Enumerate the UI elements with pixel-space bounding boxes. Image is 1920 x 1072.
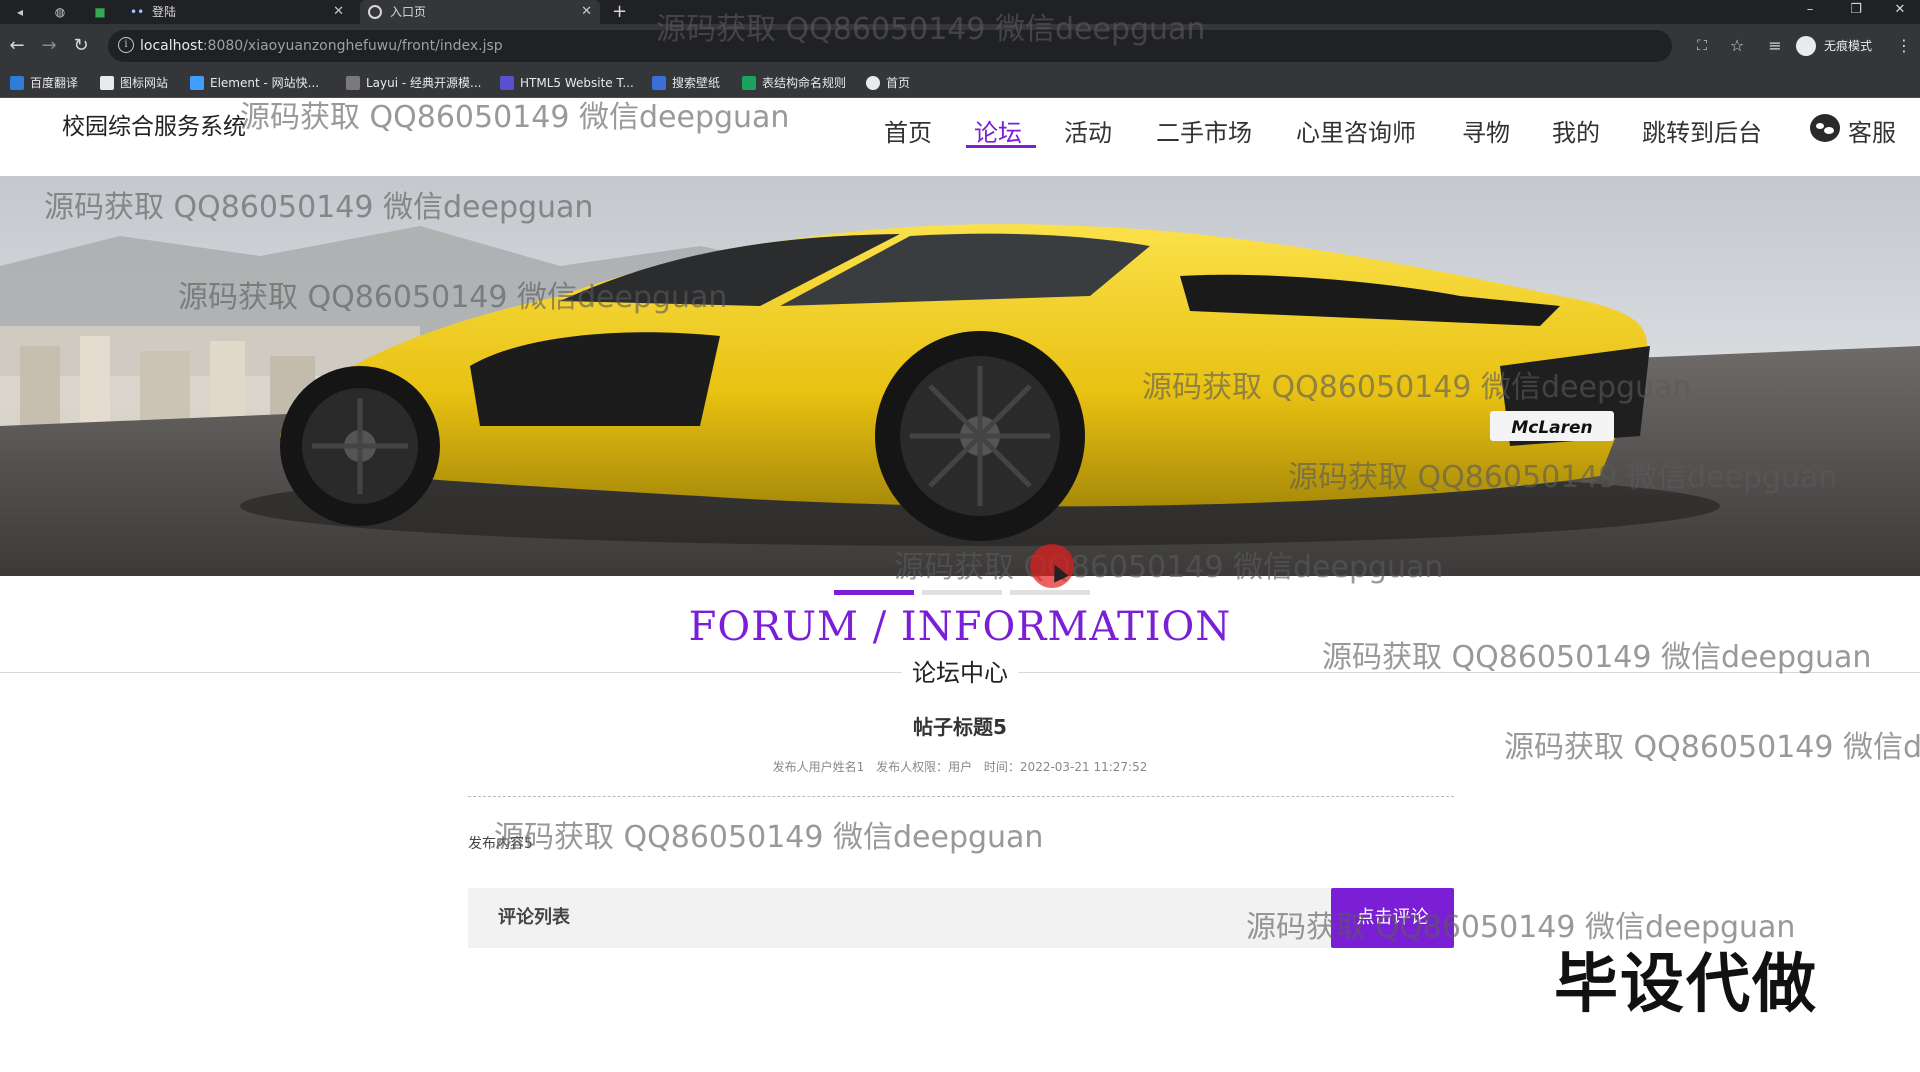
bookmark-label: 搜索壁纸 (672, 76, 721, 90)
baidu-fanyi-icon (10, 76, 24, 90)
carousel-dot[interactable] (1010, 590, 1090, 595)
watermark-text: 源码获取 QQ86050149 微信deepguan (1322, 640, 1872, 675)
flag-icon (100, 76, 114, 90)
close-window-icon[interactable]: ✕ (1880, 0, 1920, 20)
bookmark-label: Element - 网站快... (210, 76, 320, 90)
reading-list-icon[interactable]: ≡ (1764, 35, 1786, 57)
section-title-cn: 论坛中心 (902, 653, 1018, 688)
bookmark-star-icon[interactable]: ☆ (1726, 35, 1748, 57)
url-path: :8080/xiaoyuanzonghefuwu/front/index.jsp (202, 38, 503, 54)
reload-icon[interactable]: ↻ (70, 35, 92, 57)
nav-active-indicator (966, 145, 1036, 148)
watermark-text: 源码获取 QQ86050149 微信deepguan (178, 280, 728, 315)
bookmark-item[interactable]: 百度翻译 (10, 68, 78, 98)
sheet-icon (742, 76, 756, 90)
nav-mine[interactable]: 我的 (1552, 113, 1600, 148)
url-text[interactable]: localhost:8080/xiaoyuanzonghefuwu/front/… (140, 30, 503, 62)
translate-icon[interactable]: ⛶ (1692, 36, 1712, 56)
nav-forum[interactable]: 论坛 (974, 113, 1022, 148)
car-plate: McLaren (1511, 418, 1592, 438)
nav-counselor[interactable]: 心里咨询师 (1296, 113, 1416, 148)
url-host: localhost (140, 38, 203, 54)
new-tab-icon[interactable]: + (612, 0, 627, 24)
html5-icon (500, 76, 514, 90)
tab-favicon-icon (368, 5, 382, 19)
site-title: 校园综合服务系统 (62, 114, 246, 140)
tab-title: 入口页 (390, 5, 427, 19)
bookmark-label: HTML5 Website T... (520, 76, 634, 90)
bookmark-label: 图标网站 (120, 76, 169, 90)
watermark-text: 源码获取 QQ86050149 微信deepguan (656, 12, 1206, 47)
incognito-profile[interactable]: 无痕模式 (1796, 34, 1872, 58)
comment-list-label: 评论列表 (498, 907, 570, 928)
bookmark-item[interactable]: 图标网站 (100, 68, 168, 98)
close-tab-icon[interactable]: ✕ (333, 0, 344, 24)
tab-title: 登陆 (152, 5, 177, 19)
close-tab-icon[interactable]: ✕ (581, 0, 592, 24)
bookmark-label: Layui - 经典开源模... (366, 76, 482, 90)
post-divider (468, 796, 1454, 797)
nav-customer-service[interactable]: 客服 (1848, 113, 1896, 148)
nav-second-hand[interactable]: 二手市场 (1156, 113, 1252, 148)
browser-menu-icon[interactable]: ⋮ (1896, 34, 1912, 58)
post-role: 发布人权限：用户 (876, 760, 973, 774)
post-author: 发布人用户姓名1 (772, 760, 865, 774)
nav-lost-found[interactable]: 寻物 (1462, 113, 1510, 148)
bookmark-item[interactable]: 首页 (866, 68, 910, 98)
carousel-dot[interactable] (922, 590, 1002, 595)
promo-stamp: 毕设代做 (1554, 948, 1818, 1022)
restore-icon[interactable]: ❐ (1836, 0, 1876, 20)
watermark-text: 源码获取 QQ86050149 微信deepguan (894, 550, 1444, 585)
bookmark-label: 百度翻译 (30, 76, 79, 90)
wallpaper-icon (652, 76, 666, 90)
carousel-dot[interactable] (834, 590, 914, 595)
globe-icon (866, 76, 880, 90)
nav-admin[interactable]: 跳转到后台 (1642, 113, 1762, 148)
pinned-tab-sheet-icon[interactable]: ■ (88, 2, 112, 22)
watermark-text: 源码获取 QQ86050149 微信deepguan (1288, 460, 1838, 495)
wechat-icon[interactable] (1810, 114, 1840, 142)
watermark-text: 源码获取 QQ86050149 微信deepguan (1504, 730, 1920, 765)
watermark-text: 源码获取 QQ86050149 微信deepguan (1142, 370, 1692, 405)
tab-entry[interactable]: 入口页 ✕ (360, 0, 600, 24)
tab-audio-icon[interactable]: ◂ (8, 2, 32, 22)
pinned-tab-icon[interactable]: ◍ (48, 2, 72, 22)
incognito-icon (1796, 36, 1816, 56)
tab-favicon-icon (130, 0, 144, 24)
site-info-icon[interactable]: i (118, 37, 134, 53)
layui-icon (346, 76, 360, 90)
bookmark-label: 首页 (886, 76, 911, 90)
profile-label: 无痕模式 (1824, 39, 1873, 53)
watermark-text: 源码获取 QQ86050149 微信deepguan (44, 190, 594, 225)
tab-login[interactable]: 登陆 ✕ (122, 0, 352, 24)
bookmark-label: 表结构命名规则 (762, 76, 847, 90)
minimize-icon[interactable]: – (1790, 0, 1830, 20)
watermark-text: 源码获取 QQ86050149 微信deepguan (240, 100, 790, 135)
nav-activity[interactable]: 活动 (1064, 113, 1112, 148)
nav-home[interactable]: 首页 (884, 113, 932, 148)
forward-icon[interactable]: → (38, 35, 60, 57)
watermark-text: 源码获取 QQ86050149 微信deepguan (494, 820, 1044, 855)
post-time: 时间：2022-03-21 11:27:52 (983, 760, 1148, 774)
back-icon[interactable]: ← (6, 35, 28, 57)
element-icon (190, 76, 204, 90)
